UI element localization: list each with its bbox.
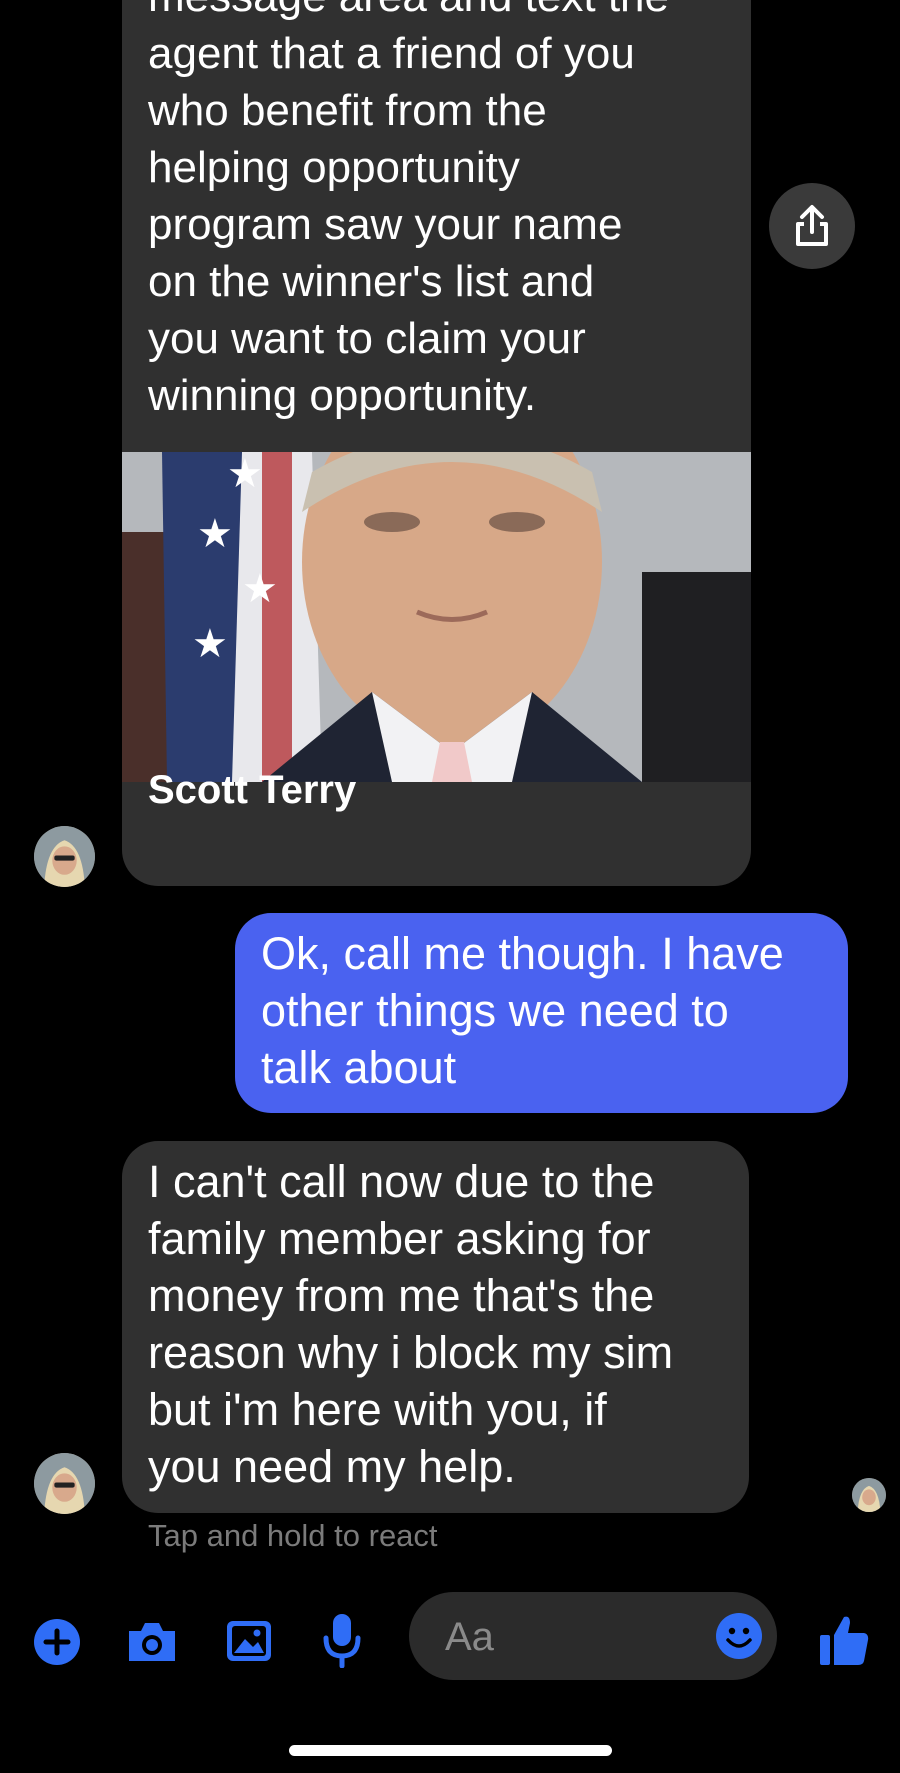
shared-post-card[interactable]: message area and text the agent that a f… — [122, 0, 751, 886]
plus-icon — [34, 1619, 80, 1665]
svg-text:★: ★ — [192, 621, 228, 667]
sender-avatar[interactable] — [34, 1453, 95, 1514]
thumbs-up-icon — [820, 1616, 869, 1665]
voice-button[interactable] — [322, 1612, 362, 1668]
outgoing-message[interactable]: Ok, call me though. I have other things … — [235, 913, 848, 1113]
card-text: message area and text the agent that a f… — [148, 0, 669, 420]
emoji-icon — [716, 1613, 762, 1659]
portrait-image: ★ ★ ★ ★ — [122, 452, 751, 782]
microphone-icon — [323, 1614, 361, 1668]
message-composer[interactable] — [409, 1592, 777, 1680]
svg-text:★: ★ — [227, 452, 263, 497]
camera-icon — [129, 1623, 175, 1661]
react-hint: Tap and hold to react — [148, 1518, 438, 1553]
share-button[interactable] — [769, 183, 855, 269]
gallery-icon — [227, 1621, 271, 1661]
home-indicator[interactable] — [289, 1745, 612, 1756]
svg-text:★: ★ — [197, 511, 233, 557]
incoming-message[interactable]: I can't call now due to the family membe… — [122, 1141, 749, 1513]
emoji-button[interactable] — [715, 1612, 763, 1660]
read-receipt-avatar — [852, 1478, 886, 1512]
profile-photo[interactable]: ★ ★ ★ ★ — [122, 452, 751, 782]
like-button[interactable] — [818, 1612, 870, 1668]
svg-text:★: ★ — [242, 566, 278, 612]
more-actions-button[interactable] — [33, 1618, 81, 1666]
message-input[interactable] — [443, 1606, 697, 1668]
gallery-button[interactable] — [225, 1618, 273, 1664]
camera-button[interactable] — [125, 1618, 179, 1666]
share-icon — [796, 205, 828, 246]
incoming-message-text: I can't call now due to the family membe… — [148, 1156, 674, 1492]
outgoing-message-text: Ok, call me though. I have other things … — [261, 928, 784, 1093]
card-name[interactable]: Scott Terry — [148, 768, 356, 813]
sender-avatar[interactable] — [34, 826, 95, 887]
